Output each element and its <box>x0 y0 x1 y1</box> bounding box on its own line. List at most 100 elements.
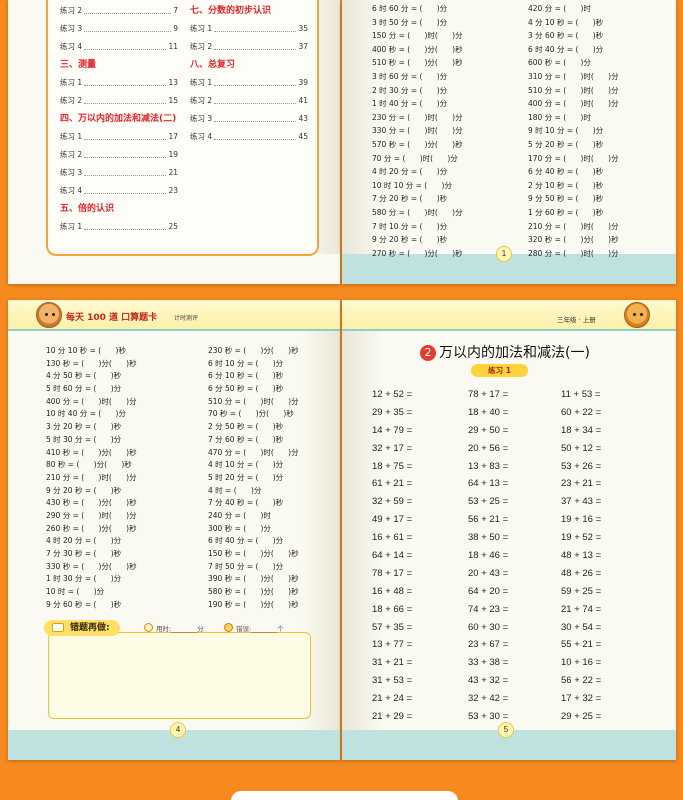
dot-leader <box>84 182 167 194</box>
time-exercise: 6 时 60 分 = ( )分 <box>372 4 448 13</box>
dot-leader <box>84 218 167 230</box>
addition-problem: 16 + 48 = <box>372 585 413 597</box>
time-exercise: 70 秒 = ( )分( )秒 <box>208 409 294 419</box>
toc-entry[interactable]: 练习 3 21 <box>60 164 178 182</box>
time-exercise: 510 分 = ( )时( )分 <box>528 85 619 95</box>
addition-column-1: 12 + 52 = 29 + 35 = 14 + 79 = 32 + 17 = 18 +… <box>372 388 412 728</box>
page-header: 每天 100 道 口算题卡 计时测评 <box>8 300 340 331</box>
addition-problem: 61 + 21 = <box>372 478 413 490</box>
toc-entry-page: 7 <box>173 6 178 15</box>
toc-entry[interactable]: 练习 1 35 <box>190 20 308 38</box>
addition-problem: 13 + 83 = <box>468 460 509 472</box>
addition-problem: 60 + 22 = <box>561 406 602 418</box>
addition-problem: 29 + 50 = <box>468 424 509 436</box>
toc-entry-page: 25 <box>168 222 178 231</box>
toc-entry[interactable]: 练习 1 25 <box>60 218 178 236</box>
addition-problem: 14 + 79 = <box>372 424 413 436</box>
brand-title: 每天 100 道 口算题卡 <box>66 313 158 323</box>
addition-problem: 21 + 74 = <box>561 603 602 615</box>
addition-problem: 48 + 13 = <box>561 550 602 562</box>
toc-entry-label: 练习 4 <box>190 132 213 141</box>
time-exercise: 150 分 = ( )时( )分 <box>372 31 463 41</box>
toc-entry[interactable]: 练习 4 45 <box>190 128 308 146</box>
addition-problem: 31 + 21 = <box>372 657 413 669</box>
section-title: 2 万以内的加法和减法(一) <box>420 342 590 362</box>
toc-entry[interactable]: 练习 2 37 <box>190 38 308 56</box>
toc-section-heading: 三、测量 <box>60 60 97 70</box>
toc-entry[interactable]: 练习 4 11 <box>60 38 178 56</box>
dot-leader <box>84 20 172 32</box>
time-exercise: 230 秒 = ( )分( )秒 <box>208 346 299 355</box>
toc-entry-label: 练习 1 <box>190 78 213 87</box>
dot-leader <box>214 92 297 104</box>
dot-leader <box>84 38 167 50</box>
toc-entry-label: 练习 3 <box>60 24 83 33</box>
time-exercise: 7 时 50 分 = ( )分 <box>208 561 284 571</box>
addition-problem: 57 + 35 = <box>372 621 413 633</box>
time-exercise: 230 分 = ( )时( )分 <box>372 112 463 122</box>
time-exercise: 9 分 50 秒 = ( )秒 <box>528 194 604 204</box>
time-exercise: 4 时 = ( )分 <box>208 485 262 495</box>
time-exercise: 7 分 40 秒 = ( )秒 <box>208 498 284 508</box>
time-exercise: 1 时 30 分 = ( )分 <box>46 574 122 584</box>
dot-leader <box>214 74 297 86</box>
addition-problem: 11 + 53 = <box>561 389 601 400</box>
toc-entry[interactable]: 练习 3 43 <box>190 110 308 128</box>
page-1: 6 时 60 分 = ( )分 3 时 50 分 = ( )分 150 分 = ( … <box>342 0 676 284</box>
toc-entry[interactable]: 练习 2 7 <box>60 2 178 20</box>
exercise-column-left: 10 分 10 秒 = ( )秒 130 秒 = ( )分( )秒 4 分 50 秒… <box>46 345 137 611</box>
toc-entry[interactable]: 练习 2 41 <box>190 92 308 110</box>
addition-problem: 17 + 32 = <box>561 693 602 705</box>
toc-entry-label: 练习 1 <box>190 24 213 33</box>
toc-entry-page: 15 <box>168 96 178 105</box>
addition-problem: 53 + 30 = <box>468 711 509 723</box>
page-footer-band <box>8 254 340 284</box>
toc-entry[interactable]: 练习 1 39 <box>190 74 308 92</box>
time-exercise: 210 分 = ( )时( )分 <box>528 221 619 231</box>
addition-problem: 60 + 30 = <box>468 621 509 633</box>
dot-leader <box>214 38 297 50</box>
time-exercise: 2 分 10 秒 = ( )秒 <box>528 180 604 190</box>
toc-entry[interactable]: 练习 1 13 <box>60 74 178 92</box>
time-exercise: 400 秒 = ( )分( )秒 <box>372 44 463 54</box>
addition-problem: 12 + 52 = <box>372 389 413 400</box>
time-exercise: 430 秒 = ( )分( )秒 <box>46 498 137 508</box>
addition-problem: 37 + 43 = <box>561 496 602 508</box>
grade-label: 三年级 · 上册 <box>557 316 596 324</box>
bottom-tab <box>231 791 458 800</box>
addition-problem: 16 + 61 = <box>372 532 413 544</box>
toc-entry[interactable]: 练习 3 9 <box>60 20 178 38</box>
toc-entry[interactable]: 练习 4 23 <box>60 182 178 200</box>
time-exercise: 400 分 = ( )时( )分 <box>528 99 619 109</box>
addition-problem: 55 + 21 = <box>561 639 602 651</box>
time-exercise: 3 时 50 分 = ( )分 <box>372 17 448 27</box>
mistakes-writing-area[interactable] <box>48 632 311 719</box>
exercise-column-left: 6 时 60 分 = ( )分 3 时 50 分 = ( )分 150 分 = ( … <box>372 2 463 260</box>
dot-leader <box>84 92 167 104</box>
addition-problem: 18 + 46 = <box>468 550 509 562</box>
addition-problem: 31 + 53 = <box>372 675 413 687</box>
time-exercise: 9 时 10 分 = ( )分 <box>528 126 604 136</box>
toc-entry-label: 练习 2 <box>190 96 213 105</box>
time-exercise: 290 分 = ( )时( )分 <box>46 510 137 520</box>
addition-problem: 23 + 21 = <box>561 478 602 490</box>
time-exercise: 5 时 30 分 = ( )分 <box>46 434 122 444</box>
toc-entry[interactable]: 练习 1 17 <box>60 128 178 146</box>
toc-entry[interactable]: 练习 2 15 <box>60 92 178 110</box>
mistakes-title: 错题再做: <box>44 620 120 636</box>
time-exercise: 580 分 = ( )时( )分 <box>372 207 463 217</box>
time-exercise: 410 秒 = ( )分( )秒 <box>46 447 137 457</box>
time-exercise: 70 分 = ( )时( )分 <box>372 153 458 163</box>
addition-problem: 32 + 17 = <box>372 442 413 454</box>
toc-entry-page: 9 <box>173 24 178 33</box>
tiger-mascot-icon <box>624 302 650 328</box>
toc-entry[interactable]: 练习 2 19 <box>60 146 178 164</box>
addition-problem: 43 + 32 = <box>468 675 509 687</box>
time-exercise: 5 分 20 秒 = ( )秒 <box>528 139 604 149</box>
addition-problem: 18 + 75 = <box>372 460 413 472</box>
addition-problem: 33 + 38 = <box>468 657 509 669</box>
time-exercise: 6 分 10 秒 = ( )秒 <box>208 371 284 381</box>
time-exercise: 6 时 10 分 = ( )分 <box>208 358 284 368</box>
toc-entry-label: 练习 4 <box>60 42 83 51</box>
time-exercise: 7 时 10 分 = ( )分 <box>372 221 448 231</box>
